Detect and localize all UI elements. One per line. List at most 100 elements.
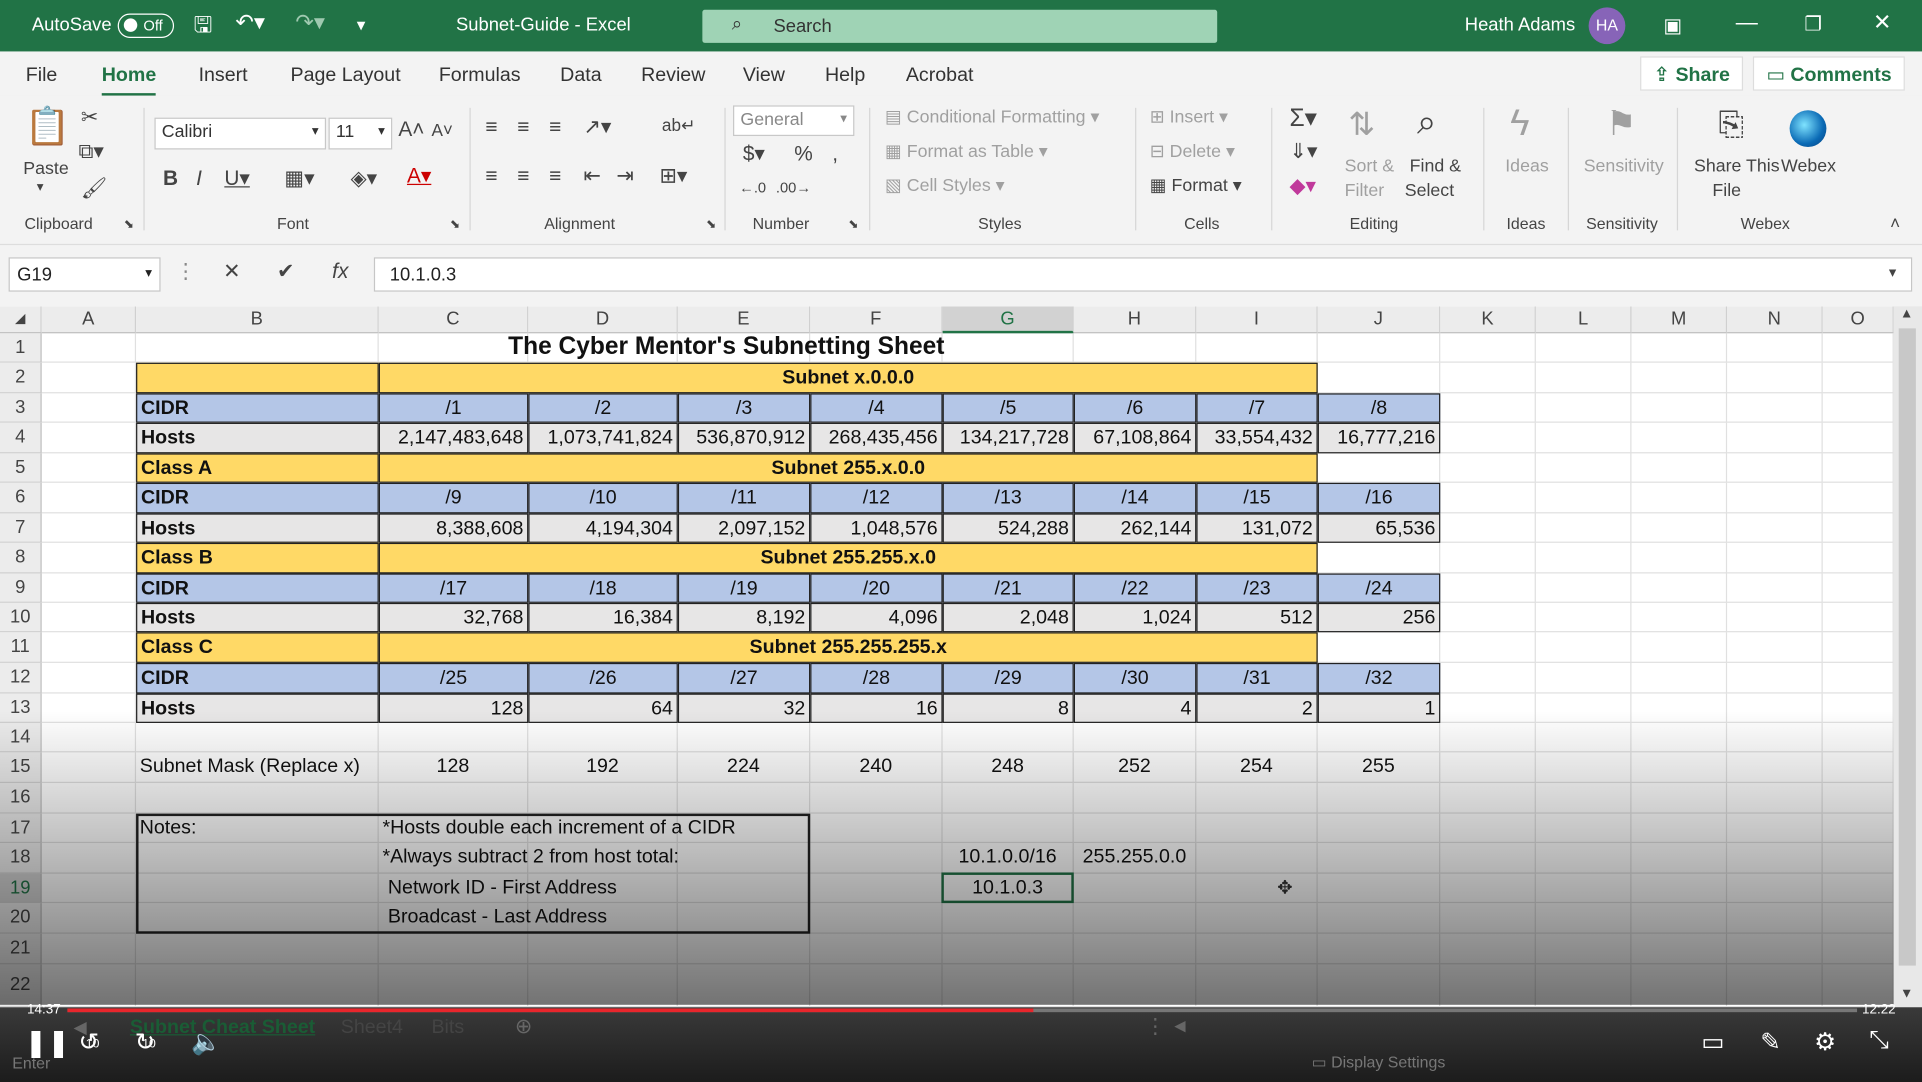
cell[interactable] [1073, 813, 1197, 844]
cell[interactable] [1196, 933, 1318, 965]
cell[interactable] [1727, 693, 1823, 723]
tab-view[interactable]: View [743, 65, 785, 87]
cell[interactable] [1727, 632, 1823, 663]
column-header-k[interactable]: K [1440, 306, 1536, 334]
row-header-15[interactable]: 15 [0, 752, 42, 784]
font-name-select[interactable]: Calibri ▾ [154, 117, 327, 150]
row-header-22[interactable]: 22 [0, 964, 42, 1008]
cell[interactable] [1440, 453, 1536, 483]
row-header-1[interactable]: 1 [0, 333, 42, 363]
cell[interactable] [41, 513, 137, 543]
cell[interactable] [1631, 813, 1728, 844]
captions-icon[interactable]: ▭ [1701, 1027, 1724, 1058]
cell[interactable] [1727, 722, 1823, 753]
cell[interactable] [1196, 843, 1318, 874]
row-header-20[interactable]: 20 [0, 903, 42, 934]
row-header-21[interactable]: 21 [0, 933, 42, 965]
cell[interactable] [1631, 393, 1728, 423]
cell-styles-button[interactable]: ▧ Cell Styles ▾ [885, 176, 1005, 196]
cell[interactable] [1631, 513, 1728, 543]
cell[interactable] [41, 813, 137, 844]
save-icon[interactable]: 🖫 [194, 10, 213, 47]
cell[interactable] [1535, 362, 1632, 394]
cell[interactable] [1535, 393, 1632, 423]
cell[interactable] [942, 964, 1074, 1008]
collapse-ribbon-icon[interactable]: ˄ [1890, 213, 1900, 233]
share-file-label-2[interactable]: File [1712, 181, 1741, 201]
font-size-select[interactable]: 11 ▾ [328, 117, 393, 150]
row-header-10[interactable]: 10 [0, 602, 42, 633]
align-bottom-icon[interactable]: ≡ [549, 115, 561, 140]
cell[interactable] [41, 362, 137, 394]
cell[interactable] [1822, 843, 1894, 874]
cell[interactable] [1440, 933, 1536, 965]
cell[interactable] [1822, 813, 1894, 844]
paste-dropdown-icon[interactable]: ▾ [37, 179, 44, 195]
cell[interactable] [810, 964, 943, 1008]
format-as-table-button[interactable]: ▦ Format as Table ▾ [885, 142, 1048, 162]
underline-icon[interactable]: U▾ [224, 167, 250, 192]
cell[interactable] [942, 813, 1074, 844]
cell[interactable] [41, 693, 137, 723]
column-header-o[interactable]: O [1822, 306, 1894, 334]
column-header-f[interactable]: F [810, 306, 943, 334]
cell[interactable] [1535, 722, 1632, 753]
row-header-19[interactable]: 19 [0, 873, 42, 904]
cell[interactable] [1727, 933, 1823, 965]
comments-button[interactable]: ▭ Comments [1752, 56, 1906, 91]
conditional-formatting-button[interactable]: ▤ Conditional Formatting ▾ [885, 108, 1099, 128]
cell[interactable] [1535, 693, 1632, 723]
align-left-icon[interactable]: ≡ [485, 164, 497, 189]
clipboard-launcher-icon[interactable]: ⬊ [124, 218, 134, 231]
number-launcher-icon[interactable]: ⬊ [848, 218, 858, 231]
cell[interactable] [1822, 393, 1894, 423]
cell[interactable] [1631, 482, 1728, 514]
font-color-icon[interactable]: A▾ [407, 164, 431, 189]
cell[interactable] [1822, 573, 1894, 603]
cell[interactable] [1822, 453, 1894, 483]
cell[interactable] [1727, 873, 1823, 904]
delete-cells-button[interactable]: ⊟ Delete ▾ [1150, 142, 1235, 162]
cell[interactable] [1440, 662, 1536, 694]
cell[interactable] [1822, 542, 1894, 574]
cell[interactable] [1727, 573, 1823, 603]
cell[interactable] [1631, 422, 1728, 454]
cell[interactable] [1073, 903, 1197, 934]
row-header-6[interactable]: 6 [0, 482, 42, 514]
cell-h18[interactable]: 255.255.0.0 [1073, 843, 1197, 874]
cell[interactable] [41, 873, 137, 904]
cell[interactable] [1822, 873, 1894, 904]
cell[interactable] [41, 752, 137, 784]
name-box[interactable]: G19 ▾ [8, 257, 161, 292]
cell[interactable] [1822, 362, 1894, 394]
cell[interactable] [1196, 903, 1318, 934]
cell[interactable] [1727, 843, 1823, 874]
cell[interactable] [1317, 333, 1441, 363]
sort-filter-icon[interactable]: ⇅ [1348, 105, 1375, 143]
cell[interactable] [41, 573, 137, 603]
find-select-label-2[interactable]: Select [1405, 181, 1454, 201]
cell[interactable] [1822, 632, 1894, 663]
row-header-14[interactable]: 14 [0, 722, 42, 753]
restore-icon[interactable]: ❐ [1804, 12, 1822, 37]
bold-icon[interactable]: B [163, 167, 178, 192]
column-header-l[interactable]: L [1535, 306, 1632, 334]
cell[interactable] [1440, 542, 1536, 574]
cell[interactable] [677, 722, 811, 753]
cell[interactable] [1196, 813, 1318, 844]
cell[interactable] [1727, 422, 1823, 454]
close-icon[interactable]: ✕ [1873, 10, 1892, 36]
row-header-13[interactable]: 13 [0, 693, 42, 723]
cell[interactable] [41, 482, 137, 514]
cell[interactable] [1631, 453, 1728, 483]
cell[interactable] [1822, 602, 1894, 633]
volume-icon[interactable]: 🔈 [191, 1027, 222, 1058]
column-header-i[interactable]: I [1196, 306, 1318, 334]
cell-g18[interactable]: 10.1.0.0/16 [942, 843, 1074, 874]
cell[interactable] [1440, 783, 1536, 814]
cell[interactable] [41, 933, 137, 965]
cell[interactable] [810, 903, 943, 934]
cell[interactable] [1631, 362, 1728, 394]
cell[interactable] [1535, 752, 1632, 784]
tab-formulas[interactable]: Formulas [439, 65, 521, 87]
